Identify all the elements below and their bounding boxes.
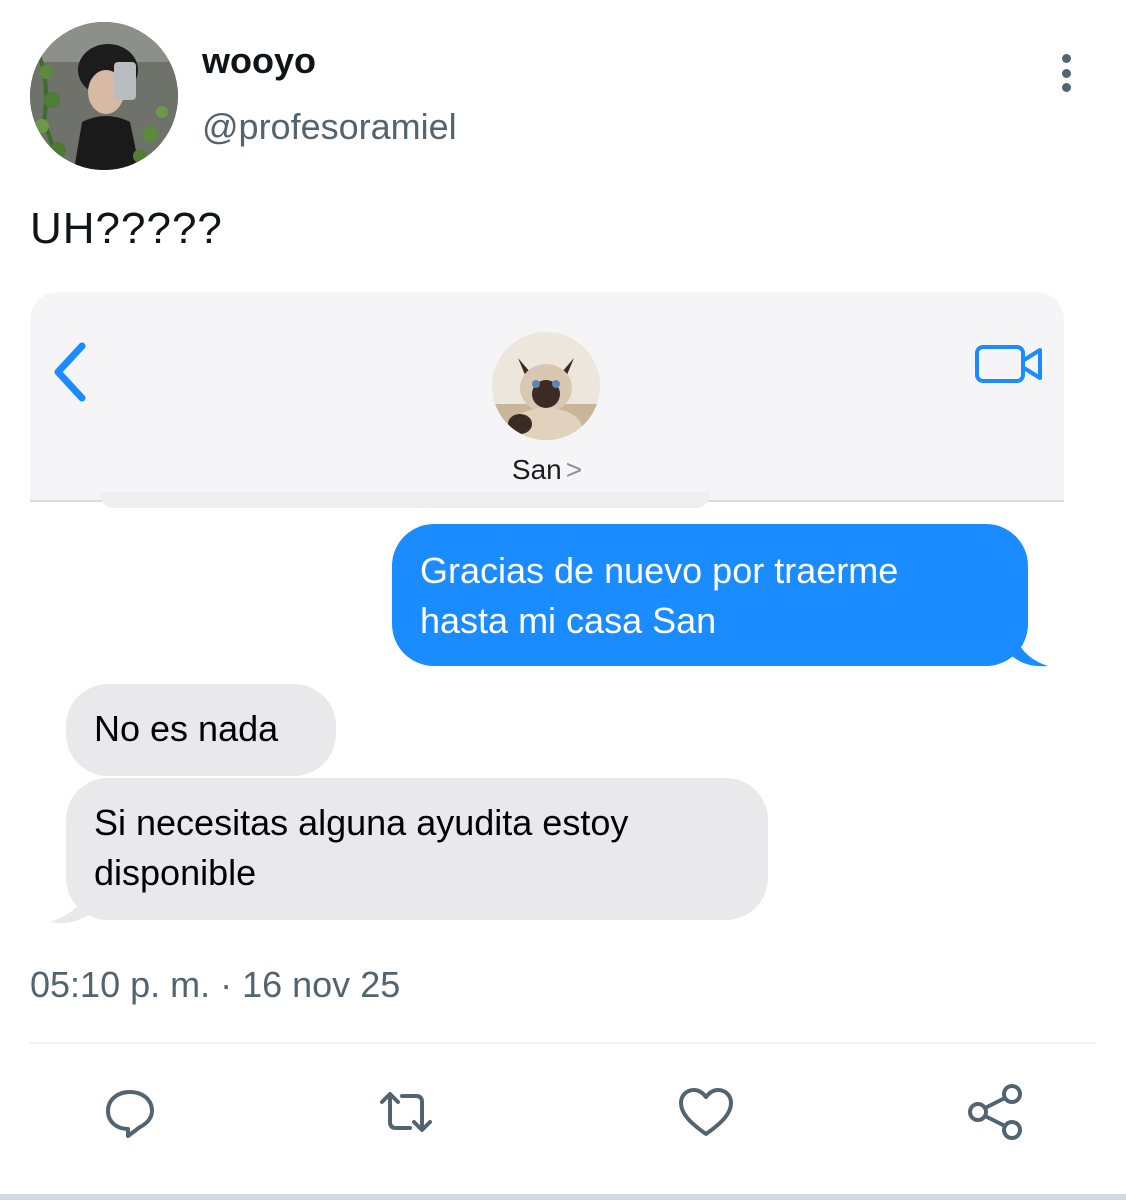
divider	[30, 1042, 1096, 1044]
share-icon	[968, 1084, 1022, 1140]
contact-name-text: San	[511, 454, 562, 485]
message-line: disponible	[94, 852, 257, 893]
author-handle[interactable]: @profesoramiel	[202, 106, 457, 148]
like-button[interactable]	[676, 1082, 736, 1142]
tweet-text: UH?????	[30, 204, 223, 253]
contact-name[interactable]: San >	[30, 454, 1064, 486]
message-line: Gracias de nuevo por traerme	[420, 550, 899, 591]
incoming-message: Si necesitas alguna ayudita estoy dispon…	[66, 778, 768, 920]
share-button[interactable]	[966, 1082, 1026, 1142]
video-camera-icon	[975, 345, 1042, 383]
more-vertical-icon[interactable]	[1046, 50, 1086, 96]
message-line: No es nada	[94, 708, 279, 749]
tweet-media-image[interactable]: San > Gracias de nuevo por traerme hasta …	[30, 292, 1064, 928]
chevron-left-icon	[54, 342, 86, 402]
bubble-tail	[1012, 622, 1048, 667]
retweet-button[interactable]	[376, 1082, 436, 1142]
chat-header: San >	[30, 292, 1064, 502]
tweet-detail: wooyo @profesoramiel UH????? San > Graci…	[0, 0, 1126, 1200]
partial-message-bubble	[100, 492, 710, 508]
heart-icon	[679, 1088, 733, 1136]
author-avatar[interactable]	[30, 22, 178, 170]
tweet-timestamp[interactable]: 05:10 p. m. · 16 nov 25	[30, 964, 400, 1006]
retweet-icon	[380, 1092, 432, 1132]
message-line: Si necesitas alguna ayudita estoy	[94, 802, 629, 843]
reply-button[interactable]	[100, 1082, 160, 1142]
outgoing-message: Gracias de nuevo por traerme hasta mi ca…	[392, 524, 1028, 666]
bubble-tail	[50, 880, 90, 923]
message-line: hasta mi casa San	[420, 600, 717, 641]
reply-icon	[106, 1090, 154, 1138]
author-name[interactable]: wooyo	[202, 40, 316, 82]
chevron-right-icon: >	[565, 454, 583, 485]
contact-avatar	[492, 332, 600, 440]
bottom-border	[0, 1194, 1126, 1200]
incoming-message: No es nada	[66, 684, 336, 776]
